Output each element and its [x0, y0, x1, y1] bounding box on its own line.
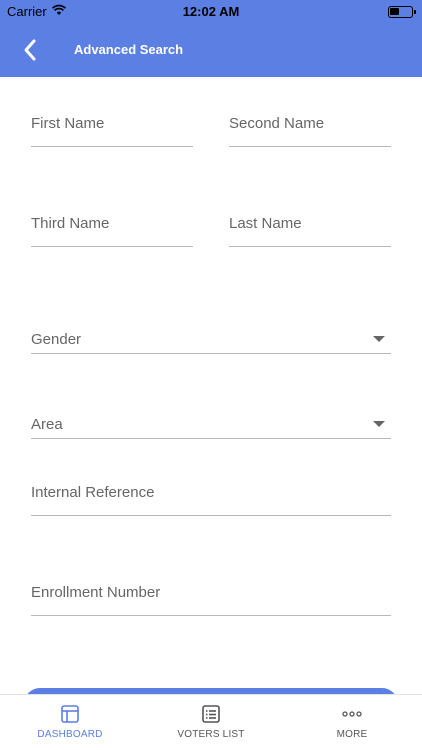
enrollment-number-label: Enrollment Number [31, 584, 161, 601]
status-time: 12:02 AM [182, 4, 240, 19]
area-underline [31, 438, 391, 439]
enrollment-number-underline [31, 615, 391, 616]
dropdown-caret-icon [373, 421, 385, 427]
second-name-label: Second Name [229, 115, 325, 132]
second-name-underline [229, 146, 391, 147]
tab-voters-list[interactable]: VOTERS LIST [141, 695, 281, 750]
chevron-left-icon[interactable] [18, 36, 44, 64]
page-title: Advanced Search [74, 42, 184, 57]
internal-reference-field[interactable]: Internal Reference [31, 484, 391, 516]
tab-dashboard-label: DASHBOARD [37, 729, 103, 740]
more-icon [342, 711, 362, 717]
last-name-field[interactable]: Last Name [229, 215, 391, 247]
gender-underline [31, 353, 391, 354]
third-name-underline [31, 246, 193, 247]
tab-bar: DASHBOARD VOTERS LIST MORE [0, 694, 422, 750]
enrollment-number-field[interactable]: Enrollment Number [31, 584, 391, 616]
dropdown-caret-icon [373, 336, 385, 342]
second-name-field[interactable]: Second Name [229, 115, 391, 147]
first-name-label: First Name [31, 115, 105, 132]
area-label: Area [31, 416, 63, 433]
status-bar: Carrier 12:02 AM [0, 0, 422, 24]
internal-reference-label: Internal Reference [31, 484, 155, 501]
tab-dashboard[interactable]: DASHBOARD [0, 695, 140, 750]
first-name-field[interactable]: First Name [31, 115, 193, 147]
third-name-field[interactable]: Third Name [31, 215, 193, 247]
dashboard-icon [61, 705, 79, 723]
last-name-label: Last Name [229, 215, 302, 232]
list-icon [202, 705, 220, 723]
tab-voters-list-label: VOTERS LIST [177, 729, 245, 740]
internal-reference-underline [31, 515, 391, 516]
area-select[interactable]: Area [31, 416, 391, 439]
nav-bar: Advanced Search [0, 24, 422, 77]
third-name-label: Third Name [31, 215, 110, 232]
tab-more-label: MORE [336, 729, 368, 740]
gender-label: Gender [31, 331, 82, 348]
last-name-underline [229, 246, 391, 247]
tab-more[interactable]: MORE [282, 695, 422, 750]
battery-icon [388, 6, 416, 18]
first-name-underline [31, 146, 193, 147]
gender-select[interactable]: Gender [31, 331, 391, 354]
